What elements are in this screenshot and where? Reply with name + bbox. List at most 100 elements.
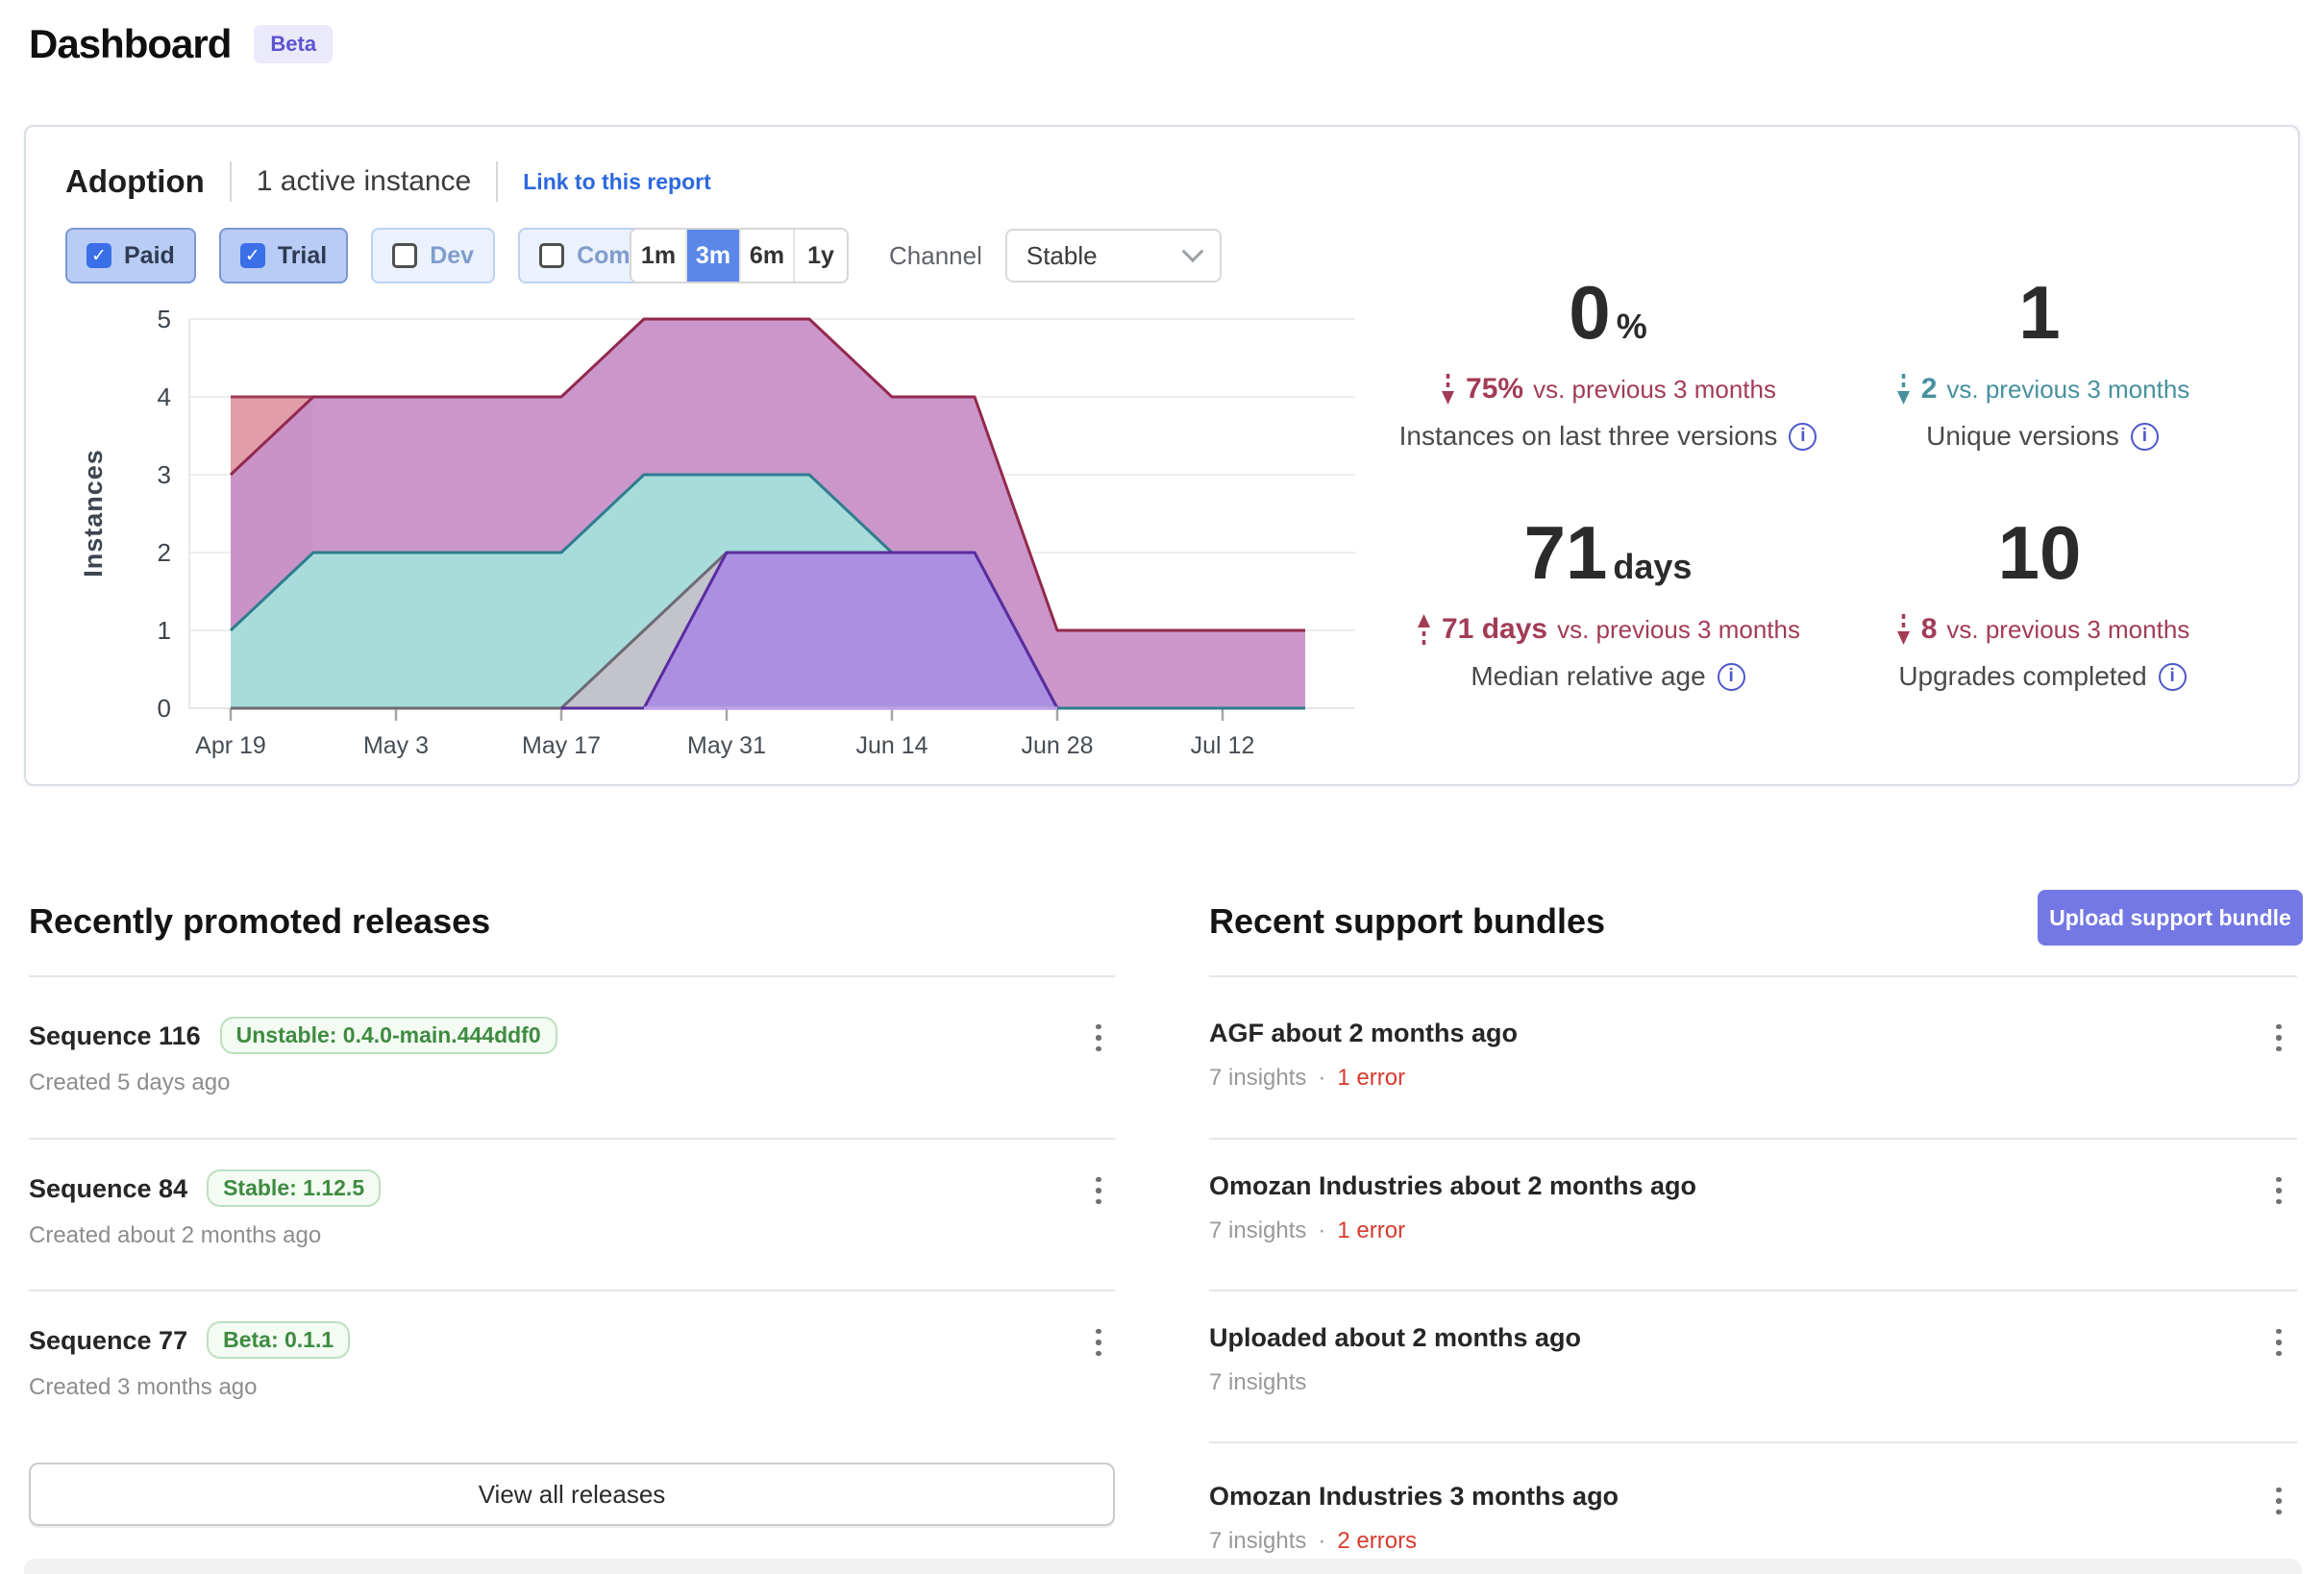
next-section-edge (24, 1559, 2302, 1574)
svg-text:Jul 12: Jul 12 (1191, 732, 1255, 759)
channel-label: Channel (889, 241, 982, 271)
release-item[interactable]: Sequence 77 Beta: 0.1.1 Created 3 months… (29, 1321, 350, 1401)
release-channel-badge: Unstable: 0.4.0-main.444ddf0 (220, 1017, 557, 1054)
trend-down-icon (1440, 373, 1456, 406)
release-item[interactable]: Sequence 116 Unstable: 0.4.0-main.444ddf… (29, 1017, 557, 1096)
info-icon[interactable] (1789, 423, 1817, 451)
kebab-menu-icon[interactable] (2264, 1169, 2293, 1212)
svg-text:1: 1 (158, 616, 171, 645)
range-3m[interactable]: 3m (685, 230, 739, 282)
info-icon[interactable] (2159, 663, 2187, 691)
checkbox-icon (539, 243, 564, 268)
stat-label: Unique versions (1817, 421, 2268, 452)
range-1y[interactable]: 1y (793, 230, 847, 282)
kebab-menu-icon[interactable] (2264, 1017, 2293, 1059)
bundle-title: Uploaded about 2 months ago (1209, 1321, 1581, 1354)
release-channel-badge: Stable: 1.12.5 (207, 1169, 381, 1207)
adoption-title: Adoption (65, 163, 205, 200)
divider (29, 975, 1115, 977)
kebab-menu-icon[interactable] (1084, 1321, 1113, 1364)
stat-label: Upgrades completed (1817, 661, 2268, 692)
release-item[interactable]: Sequence 84 Stable: 1.12.5 Created about… (29, 1169, 381, 1249)
trend-down-icon (1895, 613, 1912, 646)
dashboard-page: Dashboard Beta Adoption 1 active instanc… (0, 0, 2324, 1574)
svg-text:5: 5 (158, 305, 171, 333)
divider (29, 1138, 1115, 1140)
bundle-meta: 7 insights·1 error (1209, 1217, 1696, 1244)
time-range-group: 1m 3m 6m 1y (630, 228, 849, 283)
bundle-item[interactable]: Omozan Industries 3 months ago 7 insight… (1209, 1480, 1619, 1555)
kebab-menu-icon[interactable] (1084, 1169, 1113, 1212)
channel-selected-value: Stable (1026, 241, 1098, 271)
bundle-title: Omozan Industries about 2 months ago (1209, 1169, 1696, 1202)
stat-label: Median relative age (1382, 661, 1834, 692)
stat-value: 10 (1817, 514, 2268, 605)
bundle-item[interactable]: Uploaded about 2 months ago 7 insights (1209, 1321, 1581, 1396)
svg-text:2: 2 (158, 538, 171, 567)
range-6m[interactable]: 6m (739, 230, 793, 282)
checkbox-icon (87, 243, 111, 268)
svg-text:Jun 14: Jun 14 (855, 732, 927, 759)
trend-down-icon (1895, 373, 1912, 406)
active-instance-count: 1 active instance (257, 165, 471, 198)
stat-value: 0% (1382, 274, 1834, 365)
stat-instances-last-three-versions: 0% 75% vs. previous 3 months Instances o… (1382, 274, 1834, 452)
bundle-errors: 1 error (1337, 1217, 1405, 1243)
svg-text:Jun 28: Jun 28 (1021, 732, 1093, 759)
bundle-errors: 2 errors (1337, 1528, 1417, 1554)
checkbox-icon (392, 243, 417, 268)
bundle-title: Omozan Industries 3 months ago (1209, 1480, 1619, 1513)
stat-label: Instances on last three versions (1382, 421, 1834, 452)
bundle-errors: 1 error (1337, 1065, 1405, 1091)
svg-text:May 3: May 3 (363, 732, 429, 759)
chevron-down-icon (1182, 240, 1204, 262)
header-divider (496, 161, 498, 202)
info-icon[interactable] (2131, 423, 2159, 451)
kebab-menu-icon[interactable] (1084, 1017, 1113, 1059)
bundle-item[interactable]: Omozan Industries about 2 months ago 7 i… (1209, 1169, 1696, 1244)
release-title: Sequence 116 (29, 1020, 201, 1052)
stat-median-relative-age: 71days 71 days vs. previous 3 months Med… (1382, 514, 1834, 692)
release-created: Created 5 days ago (29, 1070, 557, 1096)
release-title: Sequence 84 (29, 1172, 187, 1205)
stat-trend: 8 vs. previous 3 months (1817, 613, 2268, 646)
filter-trial[interactable]: Trial (219, 228, 348, 283)
svg-text:May 31: May 31 (687, 732, 766, 759)
kebab-menu-icon[interactable] (2264, 1480, 2293, 1522)
filter-label: Dev (430, 242, 474, 270)
stat-trend: 75% vs. previous 3 months (1382, 373, 1834, 406)
divider (1209, 1441, 2297, 1443)
filter-paid[interactable]: Paid (65, 228, 196, 283)
page-title: Dashboard (29, 21, 231, 67)
svg-text:0: 0 (158, 694, 171, 723)
channel-control: Channel Stable (889, 228, 1222, 283)
bundle-meta: 7 insights·2 errors (1209, 1528, 1619, 1555)
release-created: Created 3 months ago (29, 1374, 350, 1401)
range-1m[interactable]: 1m (631, 230, 685, 282)
channel-select[interactable]: Stable (1005, 229, 1222, 283)
divider (1209, 975, 2297, 977)
stat-trend: 2 vs. previous 3 months (1817, 373, 2268, 406)
filter-label: Paid (124, 242, 175, 270)
filter-label: Trial (278, 242, 327, 270)
info-icon[interactable] (1718, 663, 1745, 691)
beta-badge: Beta (254, 25, 333, 63)
bundles-heading: Recent support bundles (1209, 901, 1605, 942)
release-title: Sequence 77 (29, 1324, 187, 1357)
bundle-meta: 7 insights (1209, 1369, 1581, 1396)
filter-dev[interactable]: Dev (371, 228, 495, 283)
link-to-report[interactable]: Link to this report (523, 169, 711, 195)
svg-text:3: 3 (158, 460, 171, 489)
bundle-item[interactable]: AGF about 2 months ago 7 insights·1 erro… (1209, 1017, 1518, 1092)
upload-support-bundle-button[interactable]: Upload support bundle (2038, 890, 2303, 946)
view-all-releases-button[interactable]: View all releases (29, 1463, 1115, 1526)
page-header: Dashboard Beta (29, 21, 333, 67)
divider (29, 1290, 1115, 1291)
adoption-area-chart: 012345Apr 19May 3May 17May 31Jun 14Jun 2… (77, 300, 1374, 761)
divider (1209, 1290, 2297, 1291)
release-channel-badge: Beta: 0.1.1 (207, 1321, 350, 1359)
trend-up-icon (1416, 613, 1432, 646)
stat-unique-versions: 1 2 vs. previous 3 months Unique version… (1817, 274, 2268, 452)
chart-y-axis-label: Instances (79, 449, 108, 578)
kebab-menu-icon[interactable] (2264, 1321, 2293, 1364)
